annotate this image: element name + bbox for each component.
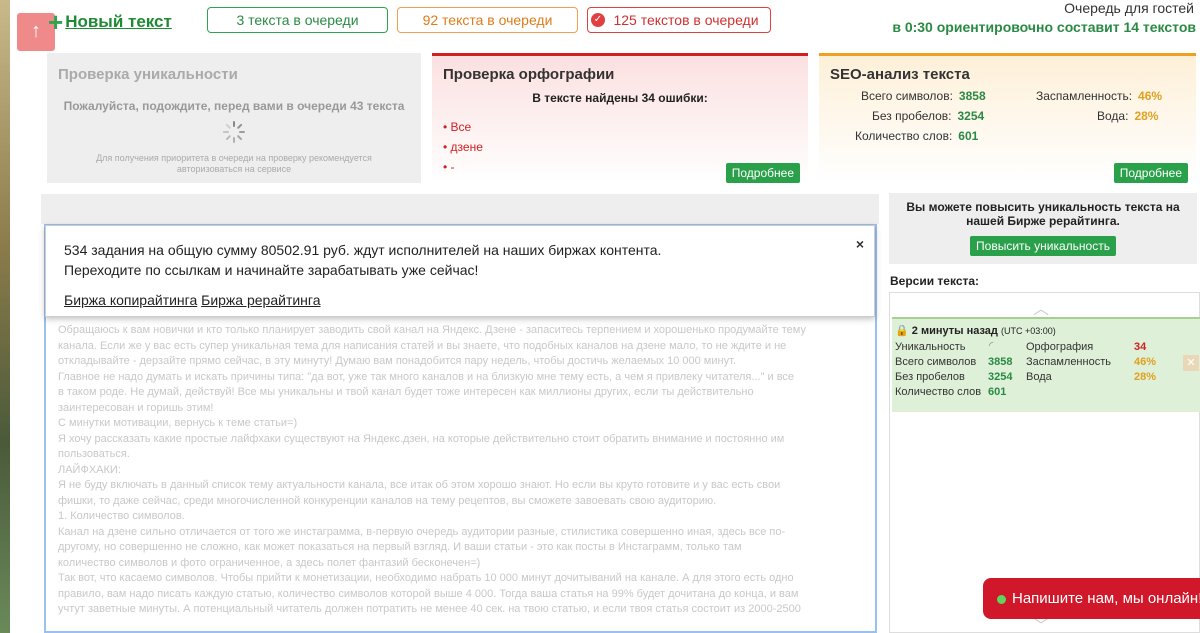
- orthography-found: В тексте найдены 34 ошибки:: [532, 91, 708, 105]
- editor-line: в таком роде. Не думай, действуй! Все мы…: [58, 386, 754, 398]
- notice-line-2: Переходите по ссылкам и начинайте зараба…: [64, 262, 479, 278]
- editor-line: заинтересован и горишь этим!: [58, 401, 214, 414]
- guest-queue-estimate: в 0:30 ориентировочно составит 14 тексто…: [892, 19, 1196, 35]
- plus-icon: +: [48, 7, 64, 37]
- uniqueness-title: Проверка уникальности: [58, 66, 238, 83]
- seo-spam-value: 46%: [1138, 89, 1163, 103]
- arrow-up-icon: ↑: [31, 20, 41, 42]
- close-icon[interactable]: ×: [856, 234, 864, 254]
- boost-uniqueness-button[interactable]: Повысить уникальность: [970, 236, 1116, 256]
- seo-total-value: 3858: [958, 89, 986, 103]
- editor-line: правило, вам надо писать каждую статью, …: [58, 587, 799, 600]
- rewriting-exchange-link[interactable]: Биржа рерайтинга: [201, 292, 320, 308]
- version-water-value: 28%: [1134, 371, 1157, 383]
- online-dot-icon: [997, 594, 1006, 604]
- orthography-error[interactable]: Все: [443, 117, 808, 137]
- new-text-link[interactable]: + Новый текст: [48, 7, 172, 37]
- editor-line: Главное не надо думать и искать причины …: [58, 370, 795, 383]
- queue-badge-red[interactable]: ✓ 125 текстов в очереди: [587, 7, 771, 33]
- editor-line: Я не буду включать в данный список тему …: [58, 479, 781, 491]
- version-spam-value: 46%: [1134, 356, 1157, 368]
- notice-line-1: 534 задания на общую сумму 80502.91 руб.…: [64, 242, 662, 258]
- orthography-error[interactable]: дзене: [443, 137, 808, 157]
- editor-line: Так вот, что касаемо символов. Чтобы при…: [58, 572, 794, 584]
- orthography-title: Проверка орфографии: [443, 66, 615, 83]
- queue-badge-red-label: 125 текстов в очереди: [613, 12, 759, 28]
- editor-line: Обращаюсь к вам новички и кто только пла…: [58, 324, 806, 336]
- copywriting-exchange-link[interactable]: Биржа копирайтинга: [64, 292, 197, 308]
- version-nospace-value: 3254: [988, 371, 1013, 383]
- versions-label: Версии текста:: [890, 274, 980, 288]
- uniqueness-wait-text: Пожалуйста, подождите, перед вами в очер…: [63, 99, 405, 113]
- editor-line: Я хочу рассказать какие простые лайфхаки…: [58, 432, 785, 445]
- editor-line: ЛАЙФХАКИ:: [58, 463, 121, 476]
- boost-uniqueness-box: Вы можете повысить уникальность текста н…: [889, 193, 1197, 264]
- background-strip: [0, 0, 10, 633]
- editor-text[interactable]: Обращаюсь к вам новички и кто только пла…: [58, 323, 858, 618]
- editor-line: фишки, то даже сейчас, среди многочислен…: [58, 494, 717, 507]
- seo-nospace-label: Без пробелов:: [872, 109, 952, 123]
- seo-water-label: Вода:: [1097, 109, 1129, 123]
- version-spam-label: Заспамленность: [1026, 356, 1111, 368]
- seo-total-label: Всего символов:: [861, 89, 953, 103]
- seo-nospace-value: 3254: [957, 109, 985, 123]
- new-text-label[interactable]: Новый текст: [65, 12, 172, 32]
- editor-line: Канал на дзене сильно отличается от того…: [58, 525, 786, 538]
- chat-button[interactable]: Напишите нам, мы онлайн!: [983, 578, 1200, 619]
- editor-line: С минутки мотивации, вернусь к теме стат…: [58, 417, 298, 429]
- loading-spinner-icon: [223, 121, 245, 143]
- version-uniq-label: Уникальность: [895, 341, 966, 353]
- version-orth-value: 34: [1134, 341, 1147, 353]
- version-uniq-spinner-icon: ◜: [989, 340, 994, 352]
- version-timezone: (UTC +03:00): [1000, 326, 1056, 336]
- version-orth-label: Орфография: [1026, 341, 1094, 353]
- uniqueness-panel: Проверка уникальности Пожалуйста, подожд…: [47, 53, 421, 183]
- version-words-value: 601: [988, 386, 1007, 398]
- exchange-notice: 534 задания на общую сумму 80502.91 руб.…: [45, 225, 875, 317]
- version-item[interactable]: 🔒 2 минуты назад (UTC +03:00) Уникальнос…: [892, 317, 1200, 412]
- version-water-label: Вода: [1026, 371, 1052, 383]
- seo-words-value: 601: [958, 129, 979, 143]
- orthography-more-button[interactable]: Подробнее: [725, 163, 800, 183]
- seo-panel: SEO-анализ текста Всего символов: 3858 Бе…: [819, 53, 1196, 183]
- seo-words-label: Количество слов:: [855, 129, 953, 143]
- editor-line: канала. Если же у вас есть супер уникаль…: [58, 339, 787, 352]
- version-time: 2 минуты назад: [911, 325, 998, 337]
- editor-line: количество символов и фото ограниченное,…: [58, 556, 481, 569]
- queue-badge-green[interactable]: 3 текста в очереди: [207, 7, 388, 33]
- editor-line: другому, но совершенно не сложно, как мо…: [58, 541, 742, 553]
- version-total-value: 3858: [988, 356, 1013, 368]
- delete-version-icon[interactable]: ✕: [1183, 355, 1199, 371]
- version-words-label: Количество слов: [895, 386, 982, 398]
- editor-toolbar: [41, 194, 879, 224]
- seo-title: SEO-анализ текста: [830, 66, 970, 83]
- editor-line: откладывайте - дерзайте прямо сейчас, в …: [58, 355, 736, 367]
- version-total-label: Всего символов: [895, 356, 977, 368]
- seo-more-button[interactable]: Подробнее: [1113, 163, 1188, 183]
- chat-label: Напишите нам, мы онлайн!: [1012, 590, 1200, 607]
- chevron-up-icon[interactable]: ︿: [1033, 295, 1049, 319]
- orthography-panel: Проверка орфографии В тексте найдены 34 …: [432, 53, 808, 183]
- seo-water-value: 28%: [1134, 109, 1159, 123]
- editor-line: 1. Количество символов.: [58, 510, 185, 522]
- editor-line: пользоваться.: [58, 448, 130, 460]
- check-icon: ✓: [591, 13, 605, 27]
- seo-spam-label: Заспамленность:: [1036, 89, 1133, 103]
- lock-icon: 🔒: [895, 325, 909, 337]
- guest-queue-title: Очередь для гостей: [1064, 0, 1194, 16]
- editor-line: учтут заветные минуты. А потенциальный ч…: [58, 603, 801, 615]
- version-nospace-label: Без пробелов: [895, 371, 965, 383]
- uniqueness-note: Для получения приоритета в очереди на пр…: [96, 153, 372, 174]
- boost-text: Вы можете повысить уникальность текста н…: [906, 200, 1180, 228]
- queue-badge-orange[interactable]: 92 текста в очереди: [397, 7, 578, 33]
- notice-links: Биржа копирайтинга Биржа рерайтинга: [64, 290, 856, 310]
